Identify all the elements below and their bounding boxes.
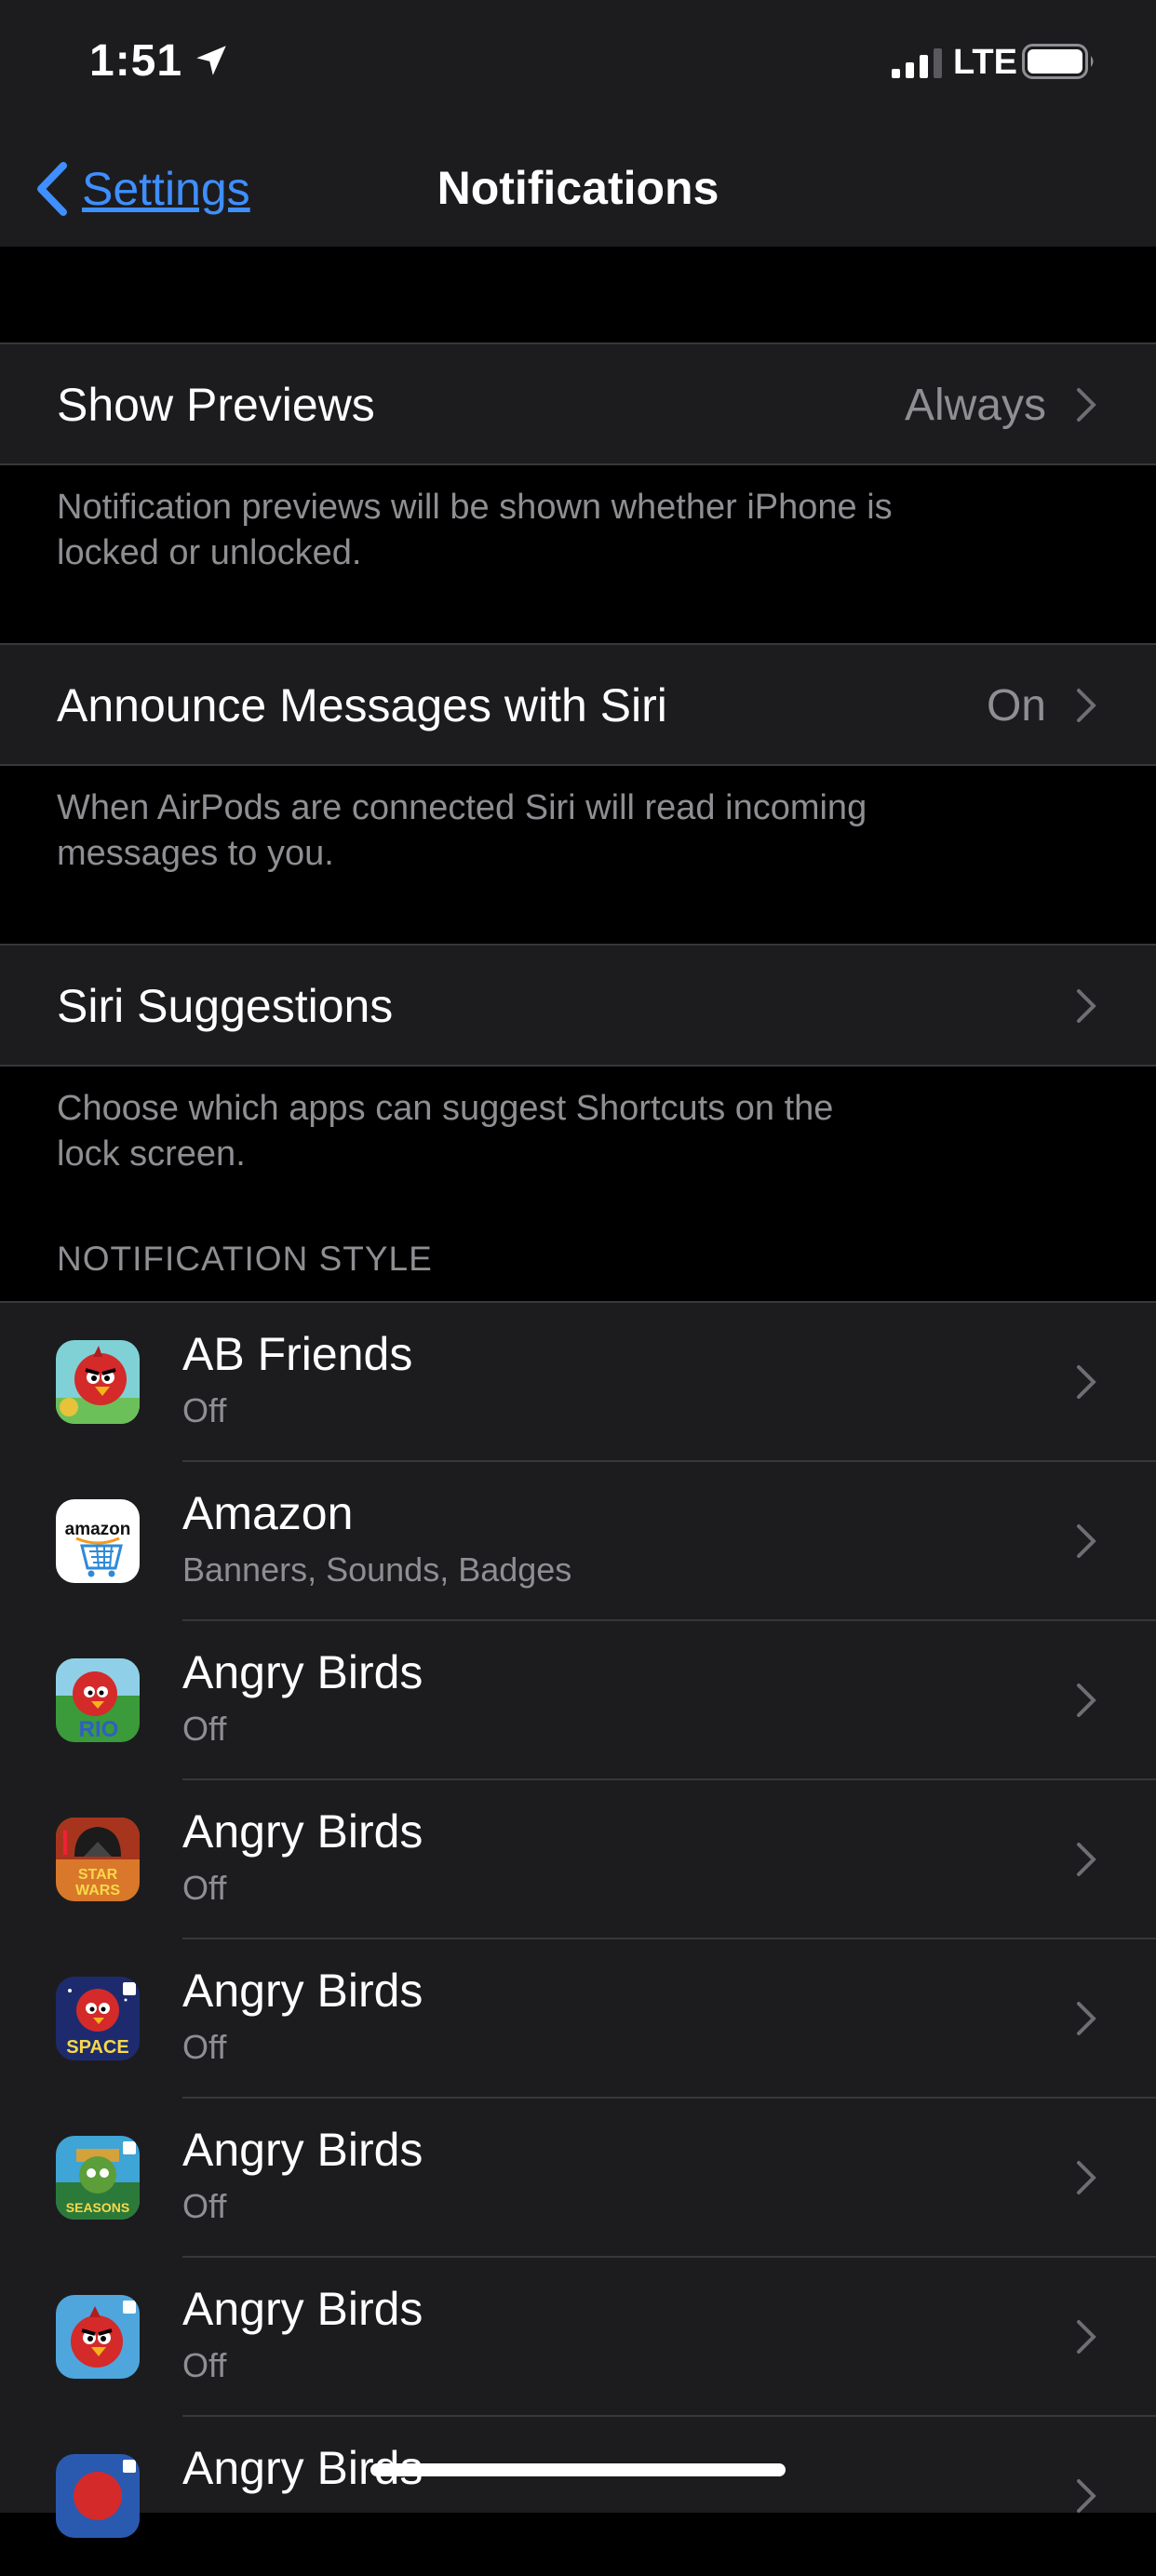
chevron-right-icon	[1077, 1365, 1096, 1399]
app-status: Off	[182, 1869, 227, 1907]
svg-text:amazon: amazon	[65, 1520, 131, 1539]
app-status: Off	[182, 2028, 227, 2066]
navigation-bar: Settings Notifications	[0, 126, 1156, 247]
svg-text:SPACE: SPACE	[66, 2037, 128, 2058]
angry-birds-space-icon: SPACE	[56, 1977, 140, 2060]
amazon-icon: amazon	[56, 1499, 140, 1583]
home-indicator[interactable]	[370, 2463, 786, 2476]
siri-suggestions-label: Siri Suggestions	[57, 980, 394, 1032]
chevron-right-icon	[1077, 1524, 1096, 1558]
app-row-angry-birds[interactable]: Angry Birds Off	[0, 2258, 1156, 2417]
svg-text:SEASONS: SEASONS	[66, 2200, 129, 2215]
network-type: LTE	[953, 43, 1017, 82]
app-row-ab-friends[interactable]: AB Friends Off	[0, 1303, 1156, 1462]
show-previews-row[interactable]: Show Previews Always	[0, 342, 1156, 465]
app-name: Angry Birds	[182, 1805, 423, 1858]
ab-friends-icon	[56, 1340, 140, 1424]
footer-line: Choose which apps can suggest Shortcuts …	[57, 1089, 834, 1128]
announce-messages-row[interactable]: Announce Messages with Siri On	[0, 643, 1156, 766]
battery-icon	[1022, 44, 1094, 79]
app-row-amazon[interactable]: amazon Amazon Banners, Sounds, Badges	[0, 1462, 1156, 1621]
angry-birds-seasons-icon: SEASONS	[56, 2136, 140, 2220]
app-name: Angry Birds	[182, 2283, 423, 2335]
app-status: Off	[182, 2346, 227, 2384]
footer-line: Notification previews will be shown whet…	[57, 488, 893, 527]
app-name: Angry Birds	[182, 1646, 423, 1698]
chevron-right-icon	[1077, 1843, 1096, 1876]
show-previews-label: Show Previews	[57, 379, 375, 431]
announce-messages-label: Announce Messages with Siri	[57, 679, 667, 731]
app-list: AB Friends Off amazon Amazon Banners, So…	[0, 1301, 1156, 2538]
app-name: AB Friends	[182, 1328, 413, 1380]
app-name: Angry Birds	[182, 2124, 423, 2176]
angry-birds-star-wars-2-icon	[56, 2454, 140, 2538]
app-status: Off	[182, 1391, 227, 1429]
angry-birds-rio-icon: RIO	[56, 1658, 140, 1742]
section-header: NOTIFICATION STYLE	[57, 1240, 433, 1278]
siri-suggestions-row[interactable]: Siri Suggestions	[0, 944, 1156, 1067]
app-name: Amazon	[182, 1487, 354, 1539]
chevron-right-icon	[1077, 2320, 1096, 2354]
chevron-right-icon	[1077, 388, 1096, 422]
page-title: Notifications	[437, 162, 719, 214]
status-bar: 1:51 LTE	[0, 0, 1156, 126]
siri-suggestions-footer: Choose which apps can suggest Shortcuts …	[57, 1086, 1034, 1177]
announce-messages-value: On	[986, 681, 1046, 731]
chevron-right-icon	[1077, 989, 1096, 1023]
app-status: Off	[182, 1710, 227, 1748]
footer-line: lock screen.	[57, 1134, 246, 1174]
location-arrow-icon	[196, 46, 226, 75]
show-previews-value: Always	[904, 381, 1046, 430]
footer-line: locked or unlocked.	[57, 533, 362, 572]
chevron-right-icon	[1077, 2479, 1096, 2513]
app-row-angry-birds-space[interactable]: SPACE Angry Birds Off	[0, 1939, 1156, 2099]
signal-bars-icon	[892, 48, 942, 78]
app-status: Banners, Sounds, Badges	[182, 1550, 572, 1589]
svg-text:STAR: STAR	[78, 1867, 118, 1883]
app-row-angry-birds-star-wars-2[interactable]: Angry Birds	[0, 2417, 1156, 2576]
chevron-right-icon	[1077, 1684, 1096, 1717]
app-status: Off	[182, 2187, 227, 2225]
chevron-right-icon	[1077, 2161, 1096, 2194]
app-name: Angry Birds	[182, 1965, 423, 2017]
app-row-angry-birds-star-wars[interactable]: STAR WARS Angry Birds Off	[0, 1780, 1156, 1939]
angry-birds-star-wars-icon: STAR WARS	[56, 1818, 140, 1901]
footer-line: When AirPods are connected Siri will rea…	[57, 788, 867, 827]
app-row-angry-birds-seasons[interactable]: SEASONS Angry Birds Off	[0, 2099, 1156, 2258]
chevron-right-icon	[1077, 689, 1096, 722]
chevron-right-icon	[1077, 2002, 1096, 2035]
show-previews-footer: Notification previews will be shown whet…	[57, 485, 1034, 576]
announce-messages-footer: When AirPods are connected Siri will rea…	[57, 785, 1034, 877]
status-time: 1:51	[89, 36, 183, 86]
angry-birds-icon	[56, 2295, 140, 2379]
svg-text:RIO: RIO	[79, 1717, 119, 1742]
app-row-angry-birds-rio[interactable]: RIO Angry Birds Off	[0, 1621, 1156, 1780]
svg-text:WARS: WARS	[75, 1883, 120, 1898]
footer-line: messages to you.	[57, 834, 334, 873]
